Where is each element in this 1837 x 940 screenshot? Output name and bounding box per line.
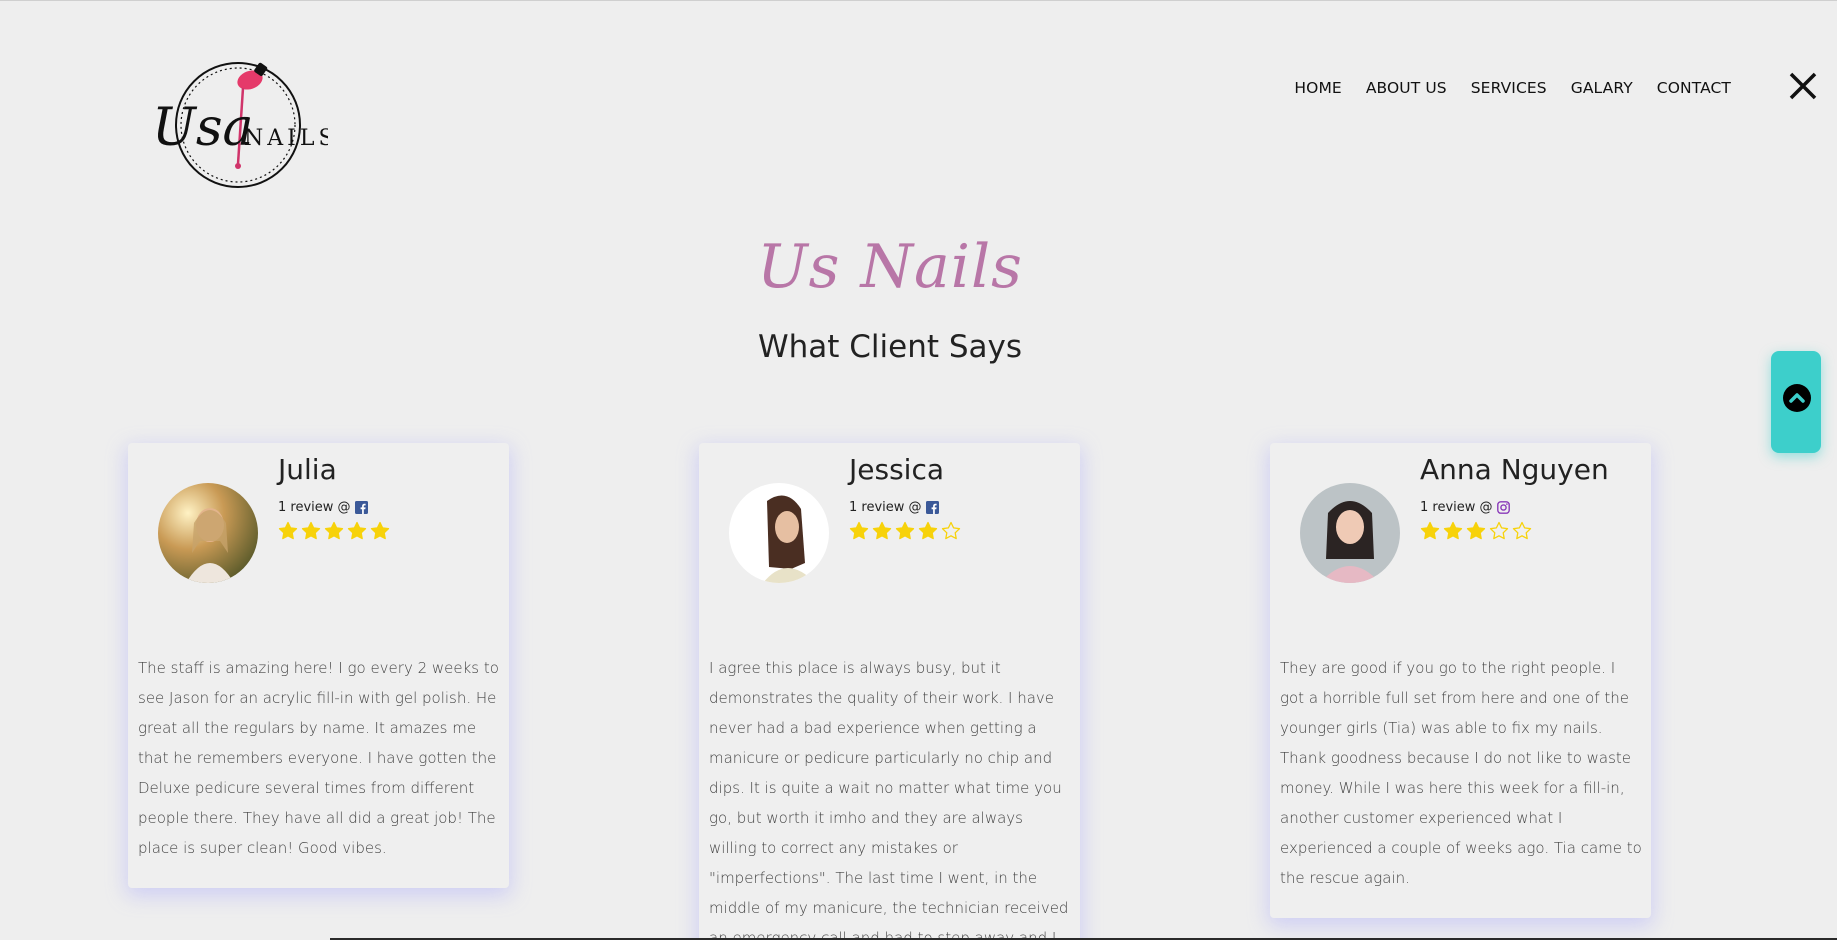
review-text: The staff is amazing here! I go every 2 … bbox=[138, 659, 499, 857]
star-rating bbox=[1420, 521, 1532, 541]
review-card: Anna Nguyen 1 review @ They are good if … bbox=[1270, 443, 1651, 918]
script-title: Us Nails bbox=[757, 232, 1023, 302]
reviewer-name: Anna Nguyen bbox=[1420, 453, 1609, 486]
star-empty-icon bbox=[941, 521, 961, 540]
svg-text:NAILS: NAILS bbox=[244, 126, 328, 151]
star-empty-icon bbox=[1489, 521, 1509, 540]
review-meta: 1 review @ bbox=[849, 500, 939, 515]
star-filled-icon bbox=[918, 521, 938, 540]
nav-services[interactable]: SERVICES bbox=[1471, 79, 1547, 97]
brand-logo-graphic: Usa NAILS bbox=[152, 62, 328, 188]
review-count: 1 review @ bbox=[1420, 500, 1493, 515]
reviewer-avatar bbox=[729, 483, 829, 583]
review-text: I agree this place is always busy, but i… bbox=[709, 659, 1069, 940]
star-empty-icon bbox=[1512, 521, 1532, 540]
nav-galary[interactable]: GALARY bbox=[1571, 79, 1633, 97]
close-icon bbox=[1789, 72, 1817, 100]
review-text: They are good if you go to the right peo… bbox=[1280, 659, 1642, 887]
instagram-icon[interactable] bbox=[1496, 501, 1510, 514]
facebook-icon[interactable] bbox=[925, 501, 939, 514]
star-filled-icon bbox=[895, 521, 915, 540]
nav-about-us[interactable]: ABOUT US bbox=[1366, 79, 1447, 97]
star-rating bbox=[849, 521, 961, 541]
star-rating bbox=[278, 521, 390, 541]
review-meta: 1 review @ bbox=[278, 500, 368, 515]
scroll-to-top-button[interactable] bbox=[1771, 351, 1821, 453]
page: Usa NAILS UsaNAILS HOME ABOUT US SERVICE… bbox=[0, 0, 1837, 940]
reviewer-name: Jessica bbox=[849, 453, 944, 486]
svg-text:Usa: Usa bbox=[152, 98, 254, 158]
star-filled-icon bbox=[278, 521, 298, 540]
star-filled-icon bbox=[1443, 521, 1463, 540]
chevron-up-icon bbox=[1783, 384, 1811, 412]
star-filled-icon bbox=[370, 521, 390, 540]
star-filled-icon bbox=[324, 521, 344, 540]
star-filled-icon bbox=[1420, 521, 1440, 540]
reviewer-avatar bbox=[158, 483, 258, 583]
star-filled-icon bbox=[301, 521, 321, 540]
review-meta: 1 review @ bbox=[1420, 500, 1510, 515]
facebook-icon[interactable] bbox=[354, 501, 368, 514]
review-card: Julia 1 review @ The staff is amazing he… bbox=[128, 443, 509, 888]
main-nav: HOME ABOUT US SERVICES GALARY CONTACT bbox=[1270, 79, 1731, 97]
star-filled-icon bbox=[872, 521, 892, 540]
nav-contact[interactable]: CONTACT bbox=[1657, 79, 1731, 97]
brand-logo[interactable]: Usa NAILS UsaNAILS bbox=[148, 60, 328, 194]
section-title: What Client Says bbox=[757, 329, 1023, 365]
review-count: 1 review @ bbox=[849, 500, 922, 515]
star-filled-icon bbox=[347, 521, 367, 540]
star-filled-icon bbox=[1466, 521, 1486, 540]
top-divider bbox=[0, 0, 1837, 1]
review-count: 1 review @ bbox=[278, 500, 351, 515]
star-filled-icon bbox=[849, 521, 869, 540]
nav-home[interactable]: HOME bbox=[1294, 79, 1341, 97]
review-card: Jessica 1 review @ I agree this place is… bbox=[699, 443, 1080, 940]
reviewer-avatar bbox=[1300, 483, 1400, 583]
reviewer-name: Julia bbox=[278, 453, 337, 486]
brand-logo-text: UsaNAILS bbox=[148, 60, 149, 61]
close-menu-button[interactable] bbox=[1787, 70, 1819, 102]
